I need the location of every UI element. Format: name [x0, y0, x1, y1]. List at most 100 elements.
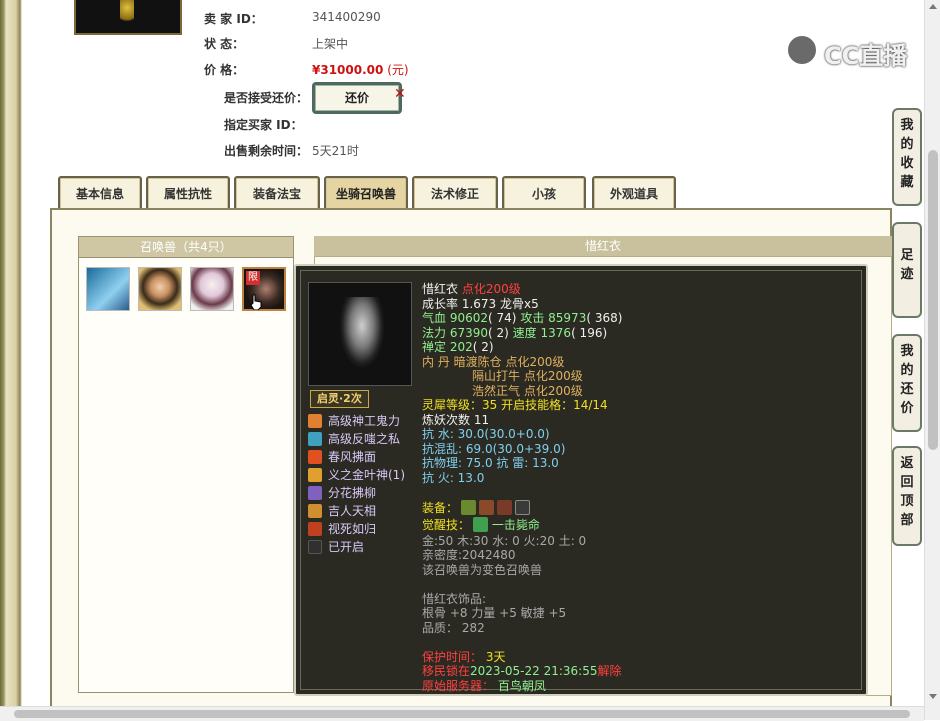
pet-name: 惜红衣 — [422, 282, 459, 296]
character-figure-icon — [120, 0, 134, 26]
skill-name: 春风拂面 — [328, 450, 377, 464]
resist-water: 抗 水: 30.0(30.0+0.0) — [422, 427, 550, 441]
back-to-top-button[interactable]: 返回顶部 — [892, 446, 922, 546]
resist-fire: 抗 火: 13.0 — [422, 470, 485, 485]
spd-extra: ( 196) — [571, 325, 608, 340]
lingxi-level: 灵犀等级：35 开启技能格：14/14 — [422, 398, 608, 412]
price-unit: (元) — [387, 63, 409, 77]
seller-info-area — [22, 0, 890, 178]
ornament-title: 惜红衣饰品: — [422, 591, 487, 606]
price-value: ¥31000.00 (元) — [312, 61, 409, 78]
equip-3-icon[interactable] — [497, 499, 513, 515]
skill-open-slot-icon — [308, 540, 322, 554]
page: 卖 家 ID： 341400290 状 态： 上架中 价 格： ¥31000.0… — [0, 0, 940, 721]
skill-chunfeng-icon — [308, 450, 322, 464]
limited-badge: 限 — [246, 271, 260, 285]
status-value: 上架中 — [312, 37, 349, 51]
footprint-label: 足迹 — [900, 248, 914, 282]
tab-mount-pets[interactable]: 坐骑召唤兽 — [324, 176, 408, 210]
protect-label: 保护时间： — [422, 649, 483, 664]
resist-chaos: 抗混乱: 69.0(30.0+39.0) — [422, 441, 566, 456]
scroll-down-icon[interactable] — [929, 694, 937, 699]
pet-portrait — [308, 282, 412, 386]
seller-id-label: 卖 家 ID： — [204, 12, 263, 26]
inner-dan-1: 暗渡陈仓 点化200级 — [453, 354, 565, 369]
intimacy: 亲密度:2042480 — [422, 548, 516, 562]
migrate-date: 2023-05-22 21:36:55 — [470, 664, 598, 678]
counter-offer-label: 是否接受还价： — [224, 91, 309, 105]
origin-value: 百鸟朝凤 — [497, 678, 546, 693]
protect-value: 3天 — [485, 649, 506, 664]
awaken-label: 觉醒技： — [422, 517, 471, 532]
variant-note: 该召唤兽为变色召唤兽 — [422, 562, 543, 577]
tab-appearance-items[interactable]: 外观道具 — [592, 176, 676, 210]
skill-jiren-icon — [308, 504, 322, 518]
designated-buyer-label: 指定买家 ID： — [224, 118, 303, 132]
skill-item: 已开启 — [308, 538, 405, 556]
origin-label: 原始服务器： — [422, 678, 495, 693]
skill-name: 已开启 — [328, 540, 365, 554]
hp-extra: ( 74) — [488, 311, 517, 325]
awaken-skill-icon — [473, 516, 489, 532]
skill-name: 义之金叶神(1) — [328, 468, 405, 482]
mp-label: 法力 — [422, 325, 447, 340]
zen-extra: ( 2) — [472, 340, 494, 354]
atk-extra: ( 368) — [586, 311, 623, 325]
pet-silhouette-icon — [339, 297, 385, 369]
my-favorites-button[interactable]: 我的收藏 — [892, 108, 922, 206]
scroll-up-icon[interactable] — [929, 4, 937, 9]
skill-name: 高级反嗤之私 — [328, 432, 401, 446]
spd-label: 速度 — [512, 325, 537, 340]
equip-4-icon[interactable] — [515, 499, 531, 515]
my-favorites-label: 我的收藏 — [900, 118, 914, 190]
pet-thumb-3[interactable] — [190, 267, 234, 311]
skill-fenhua-icon — [308, 486, 322, 500]
pet-skill-list: 高级神工鬼力 高级反嗤之私 春风拂面 义之金叶神(1) 分花拂柳 吉人天相 视死… — [308, 412, 405, 556]
price-amount: ¥31000.00 — [312, 63, 384, 77]
ornament-stats: 根骨 +8 力量 +5 敏捷 +5 — [422, 606, 567, 620]
horizontal-scrollbar[interactable] — [0, 706, 924, 721]
atk-label: 攻击 — [520, 311, 545, 325]
pet-thumb-1[interactable] — [86, 267, 130, 311]
watermark-text: CC直播 — [824, 42, 908, 70]
tab-equipment[interactable]: 装备法宝 — [234, 176, 320, 210]
status-label: 状 态： — [204, 37, 245, 51]
awaken-value: 一击毙命 — [491, 517, 540, 532]
skill-name: 高级神工鬼力 — [328, 414, 401, 428]
equip-2-icon[interactable] — [479, 499, 495, 515]
vertical-scrollbar[interactable] — [924, 0, 940, 720]
tab-basic-info[interactable]: 基本信息 — [58, 176, 142, 210]
pet-thumb-2[interactable] — [138, 267, 182, 311]
horizontal-scroll-thumb[interactable] — [14, 710, 910, 718]
cc-logo-icon — [786, 34, 818, 66]
pet-thumb-4[interactable]: 限 — [242, 267, 286, 311]
vertical-scroll-thumb[interactable] — [928, 150, 938, 450]
tab-attribute-resist[interactable]: 属性抗性 — [146, 176, 230, 210]
tab-spell-correction[interactable]: 法术修正 — [412, 176, 498, 210]
remaining-time-value: 5天21时 — [312, 144, 359, 158]
inner-dan-label: 内 丹 — [422, 354, 450, 369]
zen-value: 202 — [449, 340, 473, 354]
skill-shisi-icon — [308, 522, 322, 536]
skill-item: 春风拂面 — [308, 448, 405, 466]
footprint-button[interactable]: 足迹 — [892, 222, 922, 318]
skill-shengong-icon — [308, 414, 322, 428]
pet-name-suffix: 点化200级 — [461, 282, 521, 296]
counter-offer-x-icon: ✕ — [394, 86, 406, 102]
tab-child[interactable]: 小孩 — [502, 176, 586, 210]
pet-detail-header: 惜红衣 — [314, 236, 892, 256]
equip-1-icon[interactable] — [461, 499, 477, 515]
counter-offer-button[interactable]: 还价 — [312, 82, 402, 114]
pet-list-header: 召唤兽（共4只） — [79, 237, 293, 258]
skill-item: 分花拂柳 — [308, 484, 405, 502]
atk-value: 85973 — [548, 311, 587, 325]
inner-dan-2: 隔山打牛 点化200级 — [472, 369, 583, 383]
spirit-awaken-badge: 启灵·2次 — [310, 390, 369, 408]
my-counter-offers-button[interactable]: 我的还价 — [892, 334, 922, 432]
skill-name: 分花拂柳 — [328, 486, 377, 500]
skill-name: 吉人天相 — [328, 504, 377, 518]
lianyao-count: 炼妖次数 11 — [422, 412, 490, 427]
character-avatar — [74, 0, 182, 35]
mp-value: 67390 — [449, 325, 489, 340]
migrate-suffix: 解除 — [597, 664, 622, 678]
